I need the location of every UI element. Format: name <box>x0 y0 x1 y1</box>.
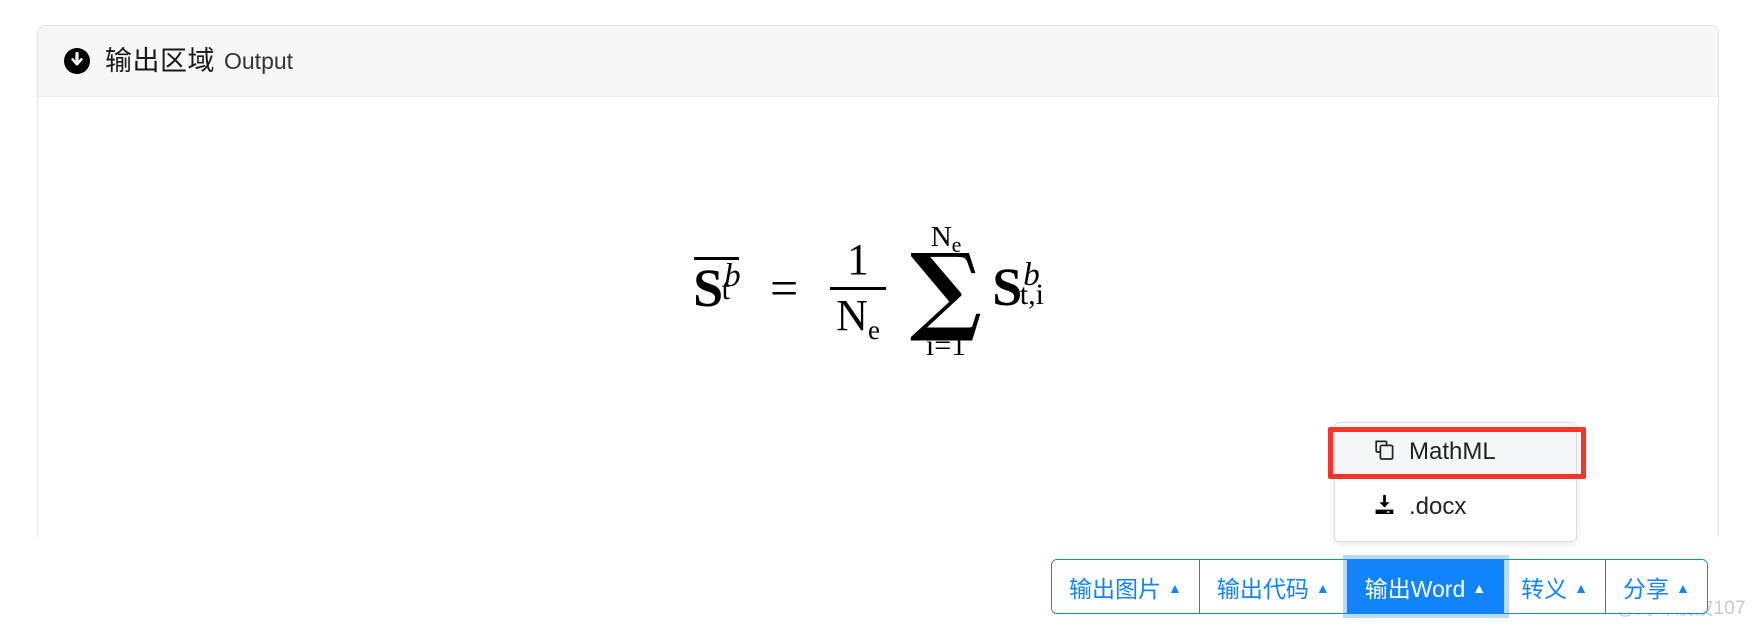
output-word-dropdown-menu: MathML .docx <box>1334 422 1577 542</box>
caret-up-icon: ▲ <box>1675 579 1690 596</box>
lhs-base-symbol: S <box>693 257 724 318</box>
caret-up-icon: ▲ <box>1168 579 1182 596</box>
fraction: 1 Ne <box>830 234 886 346</box>
caret-up-icon: ▲ <box>1315 579 1330 596</box>
dropdown-item-docx[interactable]: .docx <box>1335 478 1576 533</box>
dropdown-item-mathml[interactable]: MathML <box>1335 423 1576 478</box>
formula-lhs: Sb t <box>693 256 748 318</box>
fraction-den-subscript: e <box>867 315 880 346</box>
button-label: 转义 <box>1521 575 1568 602</box>
page-title: 输出区域 <box>105 45 215 76</box>
button-label: 输出Word <box>1364 575 1466 602</box>
button-label: 输出代码 <box>1216 575 1309 602</box>
download-tray-icon <box>1373 494 1396 517</box>
rhs-subscript: t,i <box>1019 277 1044 311</box>
equals-sign: = <box>769 259 799 316</box>
caret-up-icon: ▲ <box>1472 579 1487 596</box>
output-toolbar: 输出图片 ▲ 输出代码 ▲ 输出Word ▲ 转义 ▲ 分享 ▲ <box>1051 559 1708 614</box>
formula-row: Sb t = 1 Ne Ne ∑ i=1 Sb t,i <box>693 217 1063 361</box>
rendered-formula: Sb t = 1 Ne Ne ∑ i=1 Sb t,i <box>38 217 1718 361</box>
output-word-button[interactable]: 输出Word ▲ <box>1347 560 1505 613</box>
sum-lower-limit: i=1 <box>925 328 967 362</box>
formula-rhs: Sb t,i <box>992 256 1063 317</box>
output-card: 输出区域 Output Sb t = 1 Ne Ne ∑ i=1 Sb t,i … <box>37 25 1719 614</box>
lhs-subscript: t <box>721 272 730 306</box>
copy-icon <box>1373 439 1396 462</box>
overline-group: Sb <box>693 256 741 318</box>
page-subtitle: Output <box>224 47 294 74</box>
share-button[interactable]: 分享 ▲ <box>1605 560 1707 613</box>
card-header: 输出区域 Output <box>38 26 1718 97</box>
summation: Ne ∑ i=1 <box>910 223 982 361</box>
button-label: 分享 <box>1622 575 1669 602</box>
output-image-button[interactable]: 输出图片 ▲ <box>1052 560 1200 613</box>
caret-up-icon: ▲ <box>1574 579 1588 596</box>
output-code-button[interactable]: 输出代码 ▲ <box>1199 560 1348 613</box>
fraction-bar <box>830 287 886 291</box>
dropdown-item-label: MathML <box>1409 437 1496 465</box>
dropdown-item-label: .docx <box>1409 492 1467 520</box>
button-label: 输出图片 <box>1069 575 1161 602</box>
sigma-glyph: ∑ <box>909 232 983 345</box>
fraction-den-base: N <box>836 291 868 341</box>
fraction-denominator: Ne <box>830 291 886 346</box>
sum-upper-subscript: e <box>951 232 962 257</box>
rhs-base-symbol: S <box>992 256 1023 317</box>
escape-button[interactable]: 转义 ▲ <box>1504 560 1606 613</box>
fraction-numerator: 1 <box>847 234 870 284</box>
download-circle-icon <box>63 47 91 75</box>
